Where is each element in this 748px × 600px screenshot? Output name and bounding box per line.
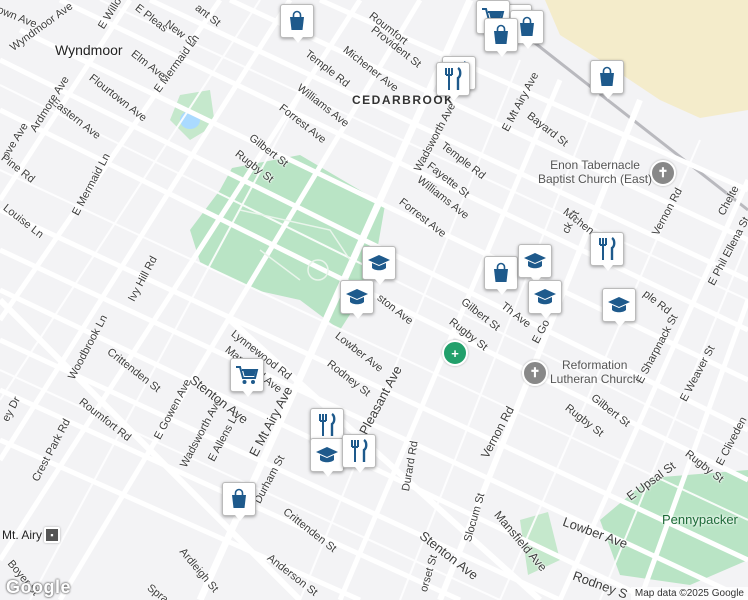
map-marker-shopping-bag[interactable] <box>590 60 624 99</box>
school-icon <box>606 292 632 318</box>
school-icon <box>366 250 392 276</box>
map-marker-restaurant[interactable] <box>436 62 470 101</box>
school-icon <box>532 284 558 310</box>
map-marker-shopping-bag[interactable] <box>222 482 256 521</box>
shopping-bag-icon <box>284 8 310 34</box>
restaurant-icon <box>314 412 340 438</box>
restaurant-icon <box>594 236 620 262</box>
school-icon <box>522 248 548 274</box>
poi-reformation-church[interactable]: Reformation Lutheran Church <box>550 358 639 386</box>
map-marker-school[interactable] <box>310 438 344 477</box>
google-logo: Google <box>6 577 71 597</box>
map-attribution[interactable]: Map data ©2025 Google <box>630 587 748 600</box>
map-marker-shopping-bag[interactable] <box>280 4 314 43</box>
map-marker-school[interactable] <box>340 280 374 319</box>
place-wyndmoor: Wyndmoor <box>55 42 123 58</box>
shopping-bag-icon <box>488 260 514 286</box>
poi-enon-church[interactable]: Enon Tabernacle Baptist Church (East) <box>538 158 652 186</box>
commercial-area <box>545 0 748 118</box>
map-marker-school[interactable] <box>602 288 636 327</box>
shopping-bag-icon <box>594 64 620 90</box>
place-pennypacker: Pennypacker <box>662 512 738 527</box>
shopping-bag-icon <box>488 22 514 48</box>
map-marker-school[interactable] <box>518 244 552 283</box>
map-marker-school[interactable] <box>362 246 396 285</box>
church-pin-icon-2[interactable]: ✝ <box>522 360 548 386</box>
map-marker-restaurant[interactable] <box>342 434 376 473</box>
map-marker-school[interactable] <box>528 280 562 319</box>
train-station-icon[interactable]: ▪ <box>44 527 60 543</box>
shopping-cart-icon <box>234 362 260 388</box>
map-marker-shopping-bag[interactable] <box>484 256 518 295</box>
school-icon <box>344 284 370 310</box>
health-pin-icon[interactable]: + <box>442 340 468 366</box>
restaurant-icon <box>440 66 466 92</box>
shopping-bag-icon <box>226 486 252 512</box>
school-icon <box>314 442 340 468</box>
map-marker-restaurant[interactable] <box>310 408 344 447</box>
map-marker-shopping-cart[interactable] <box>230 358 264 397</box>
restaurant-icon <box>346 438 372 464</box>
church-pin-icon[interactable]: ✝ <box>650 160 676 186</box>
map-marker-restaurant[interactable] <box>590 232 624 271</box>
place-mt-airy: Mt. Airy <box>2 528 43 542</box>
map-marker-shopping-bag[interactable] <box>484 18 518 57</box>
map-canvas[interactable]: Wyndmoor CEDARBROOK Mt. Airy Pennypacker… <box>0 0 748 600</box>
